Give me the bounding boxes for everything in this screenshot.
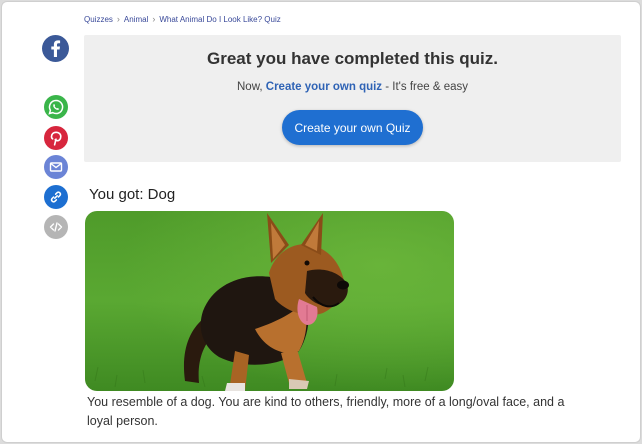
result-heading: You got: Dog <box>89 186 176 203</box>
completion-title: Great you have completed this quiz. <box>207 49 498 68</box>
embed-share-button[interactable] <box>44 215 68 239</box>
breadcrumb-separator: › <box>152 14 156 24</box>
result-image <box>85 211 454 391</box>
subtitle-prefix: Now, <box>237 81 266 93</box>
page-frame: Quizzes › Animal › What Animal Do I Look… <box>1 1 641 443</box>
result-description: You resemble of a dog. You are kind to o… <box>87 395 565 428</box>
whatsapp-icon <box>48 99 64 115</box>
dog-photo <box>85 211 454 391</box>
email-share-button[interactable] <box>44 155 68 179</box>
breadcrumb-separator: › <box>116 14 120 24</box>
breadcrumb: Quizzes › Animal › What Animal Do I Look… <box>84 14 281 24</box>
subtitle-suffix: - It's free & easy <box>382 81 468 93</box>
completion-subtitle: Now, Create your own quiz - It's free & … <box>84 81 621 93</box>
embed-icon <box>49 222 63 232</box>
pinterest-icon <box>50 131 62 146</box>
facebook-share-button[interactable] <box>42 35 69 62</box>
whatsapp-share-button[interactable] <box>44 95 68 119</box>
link-icon <box>50 191 62 203</box>
breadcrumb-item-animal[interactable]: Animal <box>124 15 148 24</box>
breadcrumb-item-current[interactable]: What Animal Do I Look Like? Quiz <box>159 15 280 24</box>
create-quiz-link[interactable]: Create your own quiz <box>266 81 382 93</box>
copy-link-button[interactable] <box>44 185 68 209</box>
completion-banner: Great you have completed this quiz. Now,… <box>84 35 621 162</box>
pinterest-share-button[interactable] <box>44 126 68 150</box>
breadcrumb-item-quizzes[interactable]: Quizzes <box>84 15 113 24</box>
create-quiz-button[interactable]: Create your own Quiz <box>282 110 423 145</box>
email-icon <box>49 162 63 172</box>
facebook-icon <box>51 40 61 57</box>
